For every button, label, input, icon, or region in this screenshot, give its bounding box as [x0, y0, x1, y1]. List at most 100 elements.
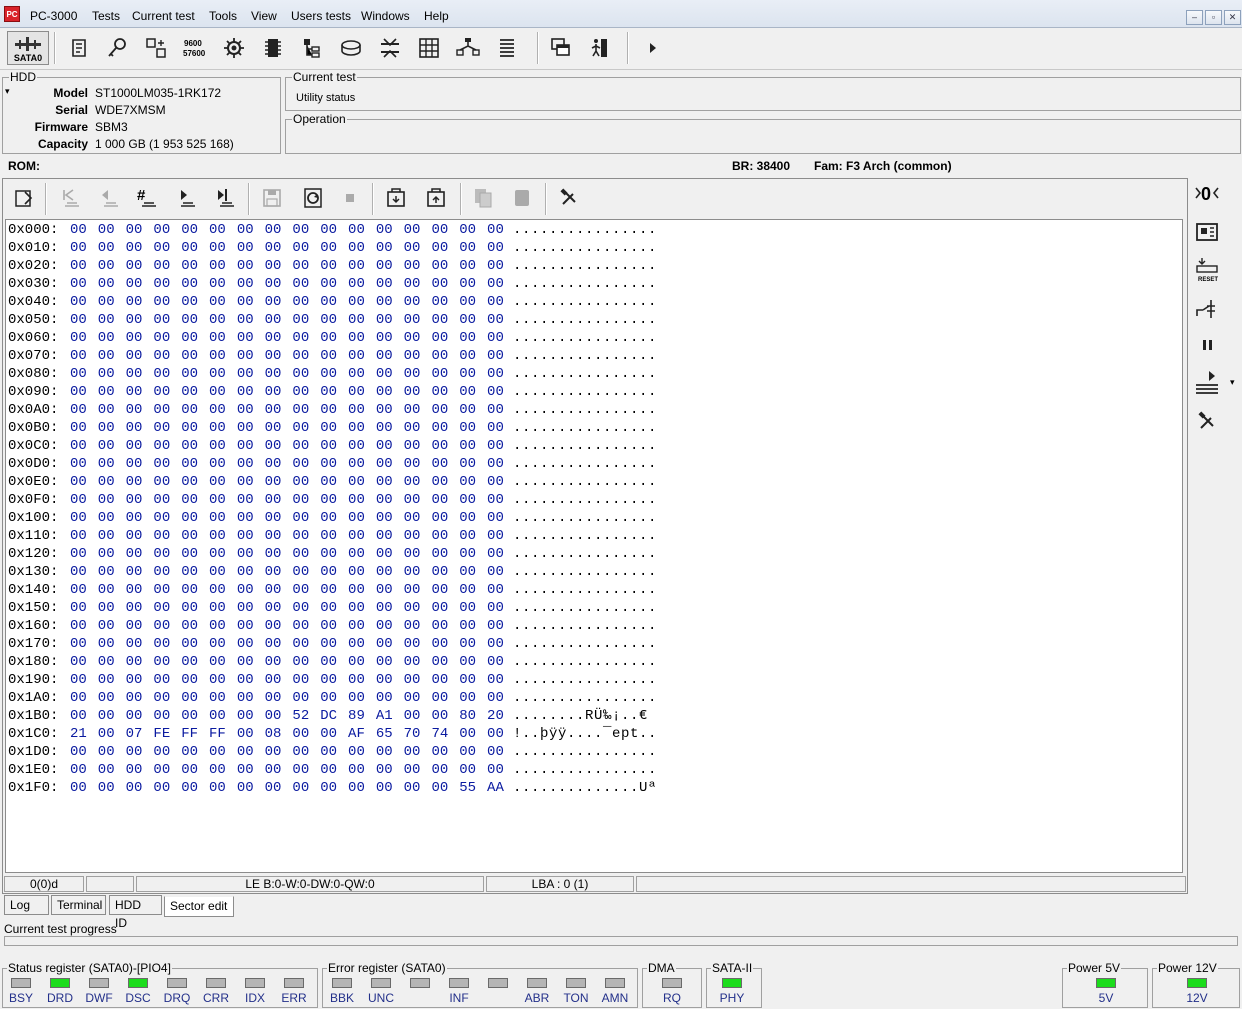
first-sector-button[interactable]: [54, 182, 84, 214]
hex-row-bytes[interactable]: 00 00 00 00 00 00 00 00 00 00 00 00 00 0…: [70, 546, 504, 562]
hex-row-ascii[interactable]: ................: [513, 402, 657, 418]
hex-row-bytes[interactable]: 00 00 00 00 00 00 00 00 00 00 00 00 00 0…: [70, 384, 504, 400]
board-button[interactable]: [1192, 217, 1222, 247]
next-sector-button[interactable]: [170, 182, 200, 214]
zero-fill-button[interactable]: 0: [1192, 178, 1222, 208]
hex-row-ascii[interactable]: ................: [513, 384, 657, 400]
hex-row-ascii[interactable]: ........RÜ‰¡..€: [513, 708, 657, 724]
menu-windows[interactable]: Windows: [361, 9, 410, 23]
hex-row-bytes[interactable]: 00 00 00 00 00 00 00 00 00 00 00 00 00 0…: [70, 672, 504, 688]
hex-row-bytes[interactable]: 00 00 00 00 00 00 00 00 52 DC 89 A1 00 0…: [70, 708, 504, 724]
tab-log[interactable]: Log: [4, 895, 49, 915]
hex-row-bytes[interactable]: 00 00 00 00 00 00 00 00 00 00 00 00 00 0…: [70, 420, 504, 436]
hex-row-ascii[interactable]: ................: [513, 510, 657, 526]
hex-row-bytes[interactable]: 00 00 00 00 00 00 00 00 00 00 00 00 00 0…: [70, 240, 504, 256]
save-sector-button[interactable]: [257, 182, 287, 214]
hex-row-bytes[interactable]: 00 00 00 00 00 00 00 00 00 00 00 00 00 0…: [70, 744, 504, 760]
passport-button[interactable]: [64, 32, 94, 64]
hex-view[interactable]: 0x000: 00 00 00 00 00 00 00 00 00 00 00 0…: [5, 219, 1183, 873]
hex-row-bytes[interactable]: 00 00 00 00 00 00 00 00 00 00 00 00 00 0…: [70, 636, 504, 652]
hex-row-ascii[interactable]: ................: [513, 276, 657, 292]
menu-view[interactable]: View: [251, 9, 277, 23]
hex-row-ascii[interactable]: ................: [513, 420, 657, 436]
hex-row-ascii[interactable]: ................: [513, 618, 657, 634]
hex-row-ascii[interactable]: ................: [513, 348, 657, 364]
hex-row-bytes[interactable]: 00 00 00 00 00 00 00 00 00 00 00 00 00 0…: [70, 438, 504, 454]
hex-row-bytes[interactable]: 21 00 07 FE FF FF 00 08 00 00 AF 65 70 7…: [70, 726, 504, 742]
paste-button[interactable]: [507, 182, 537, 214]
menu-current-test[interactable]: Current test: [132, 9, 195, 23]
hex-row-ascii[interactable]: ................: [513, 438, 657, 454]
tab-sector-edit[interactable]: Sector edit: [164, 896, 234, 917]
play-sector-button[interactable]: [1192, 367, 1222, 397]
hex-row-bytes[interactable]: 00 00 00 00 00 00 00 00 00 00 00 00 00 0…: [70, 492, 504, 508]
exit-button[interactable]: [584, 32, 614, 64]
menu-tests[interactable]: Tests: [92, 9, 120, 23]
hex-row-ascii[interactable]: ................: [513, 474, 657, 490]
hex-row-bytes[interactable]: 00 00 00 00 00 00 00 00 00 00 00 00 00 0…: [70, 330, 504, 346]
menu-tools[interactable]: Tools: [209, 9, 237, 23]
hex-row-ascii[interactable]: ................: [513, 672, 657, 688]
hex-row-bytes[interactable]: 00 00 00 00 00 00 00 00 00 00 00 00 00 0…: [70, 222, 504, 238]
network-button[interactable]: [453, 32, 483, 64]
pc3000-icon[interactable]: PC: [4, 6, 20, 22]
hex-row-ascii[interactable]: ................: [513, 312, 657, 328]
hex-row-ascii[interactable]: ................: [513, 636, 657, 652]
settings-button[interactable]: [219, 32, 249, 64]
transfer-button[interactable]: [141, 32, 171, 64]
save-file-button[interactable]: [421, 182, 451, 214]
play-dropdown-icon[interactable]: ▾: [1230, 377, 1235, 388]
table-button[interactable]: [414, 32, 444, 64]
hex-row-ascii[interactable]: ................: [513, 654, 657, 670]
tools-button[interactable]: [554, 182, 584, 214]
sata-port-button[interactable]: SATA0: [7, 31, 49, 65]
hex-row-ascii[interactable]: ................: [513, 600, 657, 616]
hex-row-ascii[interactable]: ................: [513, 294, 657, 310]
security-button[interactable]: [102, 32, 132, 64]
close-button[interactable]: ✕: [1224, 10, 1241, 25]
hex-row-bytes[interactable]: 00 00 00 00 00 00 00 00 00 00 00 00 00 0…: [70, 402, 504, 418]
tab-terminal[interactable]: Terminal: [51, 895, 106, 915]
hex-row-bytes[interactable]: 00 00 00 00 00 00 00 00 00 00 00 00 00 0…: [70, 276, 504, 292]
hex-row-ascii[interactable]: ................: [513, 492, 657, 508]
hex-row-ascii[interactable]: ................: [513, 762, 657, 778]
load-file-button[interactable]: [381, 182, 411, 214]
menu-pc3000[interactable]: PC-3000: [30, 9, 77, 23]
pause-button[interactable]: [1192, 330, 1222, 360]
hex-row-bytes[interactable]: 00 00 00 00 00 00 00 00 00 00 00 00 00 0…: [70, 366, 504, 382]
hex-row-ascii[interactable]: ................: [513, 456, 657, 472]
log-list-button[interactable]: [492, 32, 522, 64]
hex-row-ascii[interactable]: ................: [513, 330, 657, 346]
hex-row-bytes[interactable]: 00 00 00 00 00 00 00 00 00 00 00 00 00 0…: [70, 528, 504, 544]
open-sector-button[interactable]: [9, 182, 39, 214]
copy-button[interactable]: [468, 182, 498, 214]
hex-row-bytes[interactable]: 00 00 00 00 00 00 00 00 00 00 00 00 00 0…: [70, 456, 504, 472]
hex-row-ascii[interactable]: !..þÿÿ....¯ept..: [513, 726, 657, 742]
hex-row-bytes[interactable]: 00 00 00 00 00 00 00 00 00 00 00 00 00 0…: [70, 618, 504, 634]
power-switch-button[interactable]: [1192, 294, 1222, 324]
hex-row-ascii[interactable]: ................: [513, 222, 657, 238]
hex-row-bytes[interactable]: 00 00 00 00 00 00 00 00 00 00 00 00 00 0…: [70, 294, 504, 310]
minimize-button[interactable]: –: [1186, 10, 1203, 25]
prev-sector-button[interactable]: [93, 182, 123, 214]
windows-button[interactable]: [546, 32, 576, 64]
hex-row-bytes[interactable]: 00 00 00 00 00 00 00 00 00 00 00 00 00 0…: [70, 564, 504, 580]
hex-row-bytes[interactable]: 00 00 00 00 00 00 00 00 00 00 00 00 00 0…: [70, 654, 504, 670]
heads-button[interactable]: [375, 32, 405, 64]
hex-row-bytes[interactable]: 00 00 00 00 00 00 00 00 00 00 00 00 00 0…: [70, 690, 504, 706]
hex-row-ascii[interactable]: ................: [513, 366, 657, 382]
hex-row-bytes[interactable]: 00 00 00 00 00 00 00 00 00 00 00 00 00 0…: [70, 258, 504, 274]
last-sector-button[interactable]: [209, 182, 239, 214]
run-button[interactable]: [637, 32, 667, 64]
hex-row-ascii[interactable]: ................: [513, 240, 657, 256]
hex-row-bytes[interactable]: 00 00 00 00 00 00 00 00 00 00 00 00 00 0…: [70, 348, 504, 364]
goto-sector-button[interactable]: #: [131, 182, 161, 214]
hex-row-bytes[interactable]: 00 00 00 00 00 00 00 00 00 00 00 00 00 0…: [70, 762, 504, 778]
menu-help[interactable]: Help: [424, 9, 449, 23]
hex-row-bytes[interactable]: 00 00 00 00 00 00 00 00 00 00 00 00 00 0…: [70, 474, 504, 490]
hex-row-ascii[interactable]: ................: [513, 582, 657, 598]
menu-users-tests[interactable]: Users tests: [291, 9, 351, 23]
hex-row-bytes[interactable]: 00 00 00 00 00 00 00 00 00 00 00 00 00 0…: [70, 780, 504, 796]
hex-row-ascii[interactable]: ................: [513, 564, 657, 580]
refresh-sector-button[interactable]: [298, 182, 328, 214]
